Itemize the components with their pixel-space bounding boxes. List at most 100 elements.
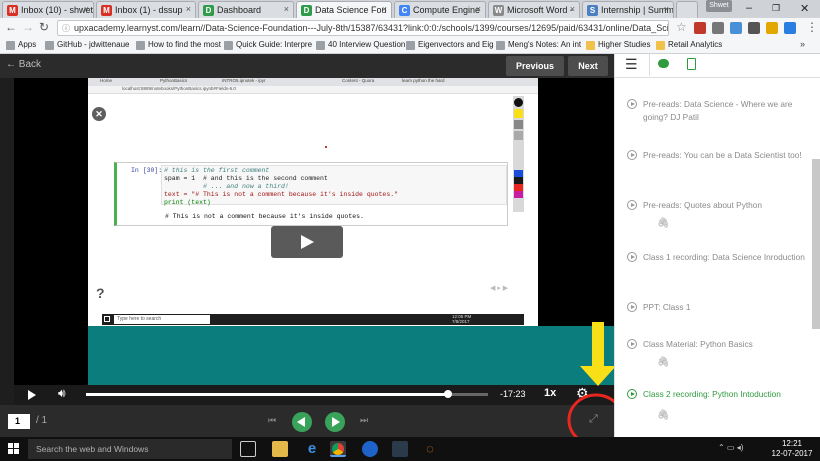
bookmark-folder-retail-analytics[interactable]: Retail Analytics	[656, 40, 722, 50]
bookmarks-bar: Apps GitHub - jdwittenaue How to find th…	[0, 38, 820, 54]
previous-page-button[interactable]	[292, 412, 312, 432]
last-page-icon[interactable]: ⏭	[360, 415, 368, 426]
yellow-arrow	[580, 322, 616, 386]
close-window-icon[interactable]: ✕	[800, 2, 809, 15]
tab-internship[interactable]: S Internship | Summ ×	[582, 1, 674, 18]
browser-toolbar: ← → ↻ ⓘ upxacademy.learnyst.com/learn//D…	[0, 18, 820, 38]
inner-pager-icon: ◀ ▸ ▶	[490, 285, 509, 292]
close-icon[interactable]: ×	[186, 4, 191, 14]
extension-icon[interactable]	[730, 22, 742, 34]
close-icon[interactable]: ×	[664, 4, 669, 14]
clock-date: 12-07-2017	[771, 449, 813, 458]
back-arrow-icon[interactable]: ←	[5, 20, 17, 34]
close-icon[interactable]: ×	[476, 4, 481, 14]
menu-icon[interactable]: ⋮	[806, 20, 818, 34]
previous-button[interactable]: Previous	[506, 56, 564, 76]
extension-icon[interactable]	[694, 22, 706, 34]
lesson-item[interactable]: Pre-reads: You can be a Data Scientist t…	[627, 149, 811, 162]
first-page-icon[interactable]: ⏮	[268, 415, 276, 426]
tab-label: Compute Engine	[413, 5, 481, 15]
hamburger-menu-icon[interactable]: ☰	[625, 56, 638, 73]
lesson-item[interactable]: PPT: Class 1	[627, 301, 811, 314]
seek-handle[interactable]	[443, 390, 452, 398]
star-icon[interactable]: ☆	[676, 20, 687, 34]
extension-icon[interactable]	[766, 22, 778, 34]
bookmark-mengs-notes[interactable]: Meng's Notes: An int	[496, 40, 581, 50]
profile-badge[interactable]: Shwet	[706, 0, 732, 12]
bookmark-github[interactable]: GitHub - jdwittenaue	[45, 40, 129, 50]
tab-data-science[interactable]: D Data Science Fou ×	[296, 1, 392, 18]
code-block: # this is the first comment spam = 1 # a…	[161, 165, 507, 206]
lesson-title: Pre-reads: Quotes about Python	[643, 200, 762, 210]
bookmark-how-to-find[interactable]: How to find the most	[136, 40, 221, 50]
extension-icon[interactable]	[784, 22, 796, 34]
volume-icon[interactable]: 🔊︎	[58, 386, 66, 401]
extension-icon[interactable]	[712, 22, 724, 34]
task-view-icon[interactable]	[240, 441, 256, 457]
extension-icon[interactable]	[748, 22, 760, 34]
lesson-item[interactable]: Pre-reads: Quotes about Python	[627, 199, 811, 212]
sidebar-scrollbar[interactable]	[812, 159, 820, 329]
lesson-item[interactable]: Pre-reads: Data Science - Where we are g…	[627, 98, 811, 124]
help-icon[interactable]: ?	[96, 285, 105, 301]
tab-dashboard[interactable]: D Dashboard ×	[198, 1, 294, 18]
seek-bar[interactable]	[86, 390, 488, 398]
address-bar[interactable]: ⓘ upxacademy.learnyst.com/learn//Data-Sc…	[57, 20, 669, 36]
chrome-icon[interactable]	[330, 441, 346, 457]
document-icon[interactable]	[687, 58, 696, 70]
app-icon[interactable]	[392, 441, 408, 457]
close-icon[interactable]: ×	[284, 4, 289, 14]
jupyter-icon[interactable]: ◌	[422, 441, 438, 457]
tab-inbox-dssup[interactable]: M Inbox (1) - dssup ×	[96, 1, 196, 18]
play-icon[interactable]	[28, 390, 36, 400]
inner-tab: learn python the hard	[402, 78, 445, 83]
windows-start-icon[interactable]	[8, 443, 20, 455]
reload-icon[interactable]: ↻	[39, 20, 49, 34]
tab-microsoft-word[interactable]: W Microsoft Word - ×	[488, 1, 580, 18]
video-player[interactable]: Home PythonBasics INTRO5.ipnotek - ipyr …	[14, 78, 614, 385]
lesson-item[interactable]: Class Material: Python Basics	[627, 338, 811, 351]
close-icon[interactable]: ✕	[92, 107, 106, 121]
gmail-icon: M	[101, 5, 112, 16]
lesson-item[interactable]: Class 1 recording: Data Science Inroduct…	[627, 251, 811, 264]
app-icon[interactable]	[362, 441, 378, 457]
next-button[interactable]: Next	[568, 56, 608, 76]
file-explorer-icon[interactable]	[272, 441, 288, 457]
playback-speed-button[interactable]: 1x	[544, 387, 556, 399]
new-tab-button[interactable]	[676, 1, 698, 18]
play-circle-icon	[627, 200, 637, 210]
sidebar-tabs: ☰	[615, 54, 820, 78]
code-line: spam = 1 # and this is the second commen…	[164, 175, 328, 182]
page-number-input[interactable]: 1	[8, 414, 30, 429]
play-circle-icon	[627, 150, 637, 160]
more-bookmarks-icon[interactable]: »	[800, 39, 805, 49]
close-icon[interactable]: ×	[84, 4, 89, 14]
tray-icons[interactable]: ⌃ ▭ ◂)	[718, 443, 743, 452]
lesson-item-current[interactable]: Class 2 recording: Python Intoduction	[627, 388, 811, 401]
close-icon[interactable]: ×	[382, 4, 387, 14]
forward-arrow-icon[interactable]: →	[22, 20, 34, 34]
inner-tab: INTRO5.ipnotek - ipyr	[222, 78, 266, 83]
next-icon	[332, 417, 340, 427]
close-icon[interactable]: ×	[570, 4, 575, 14]
lesson-title: Class 2 recording: Python Intoduction	[643, 389, 781, 399]
taskbar-search[interactable]: Search the web and Windows	[28, 439, 232, 459]
tab-inbox-shwet[interactable]: M Inbox (10) - shwet ×	[2, 1, 94, 18]
back-link[interactable]: ← Back	[6, 59, 41, 70]
bookmark-interview-questions[interactable]: 40 Interview Question	[316, 40, 405, 50]
tab-compute-engine[interactable]: C Compute Engine ×	[394, 1, 486, 18]
bookmark-folder-higher-studies[interactable]: Higher Studies	[586, 40, 650, 50]
tab-label: Inbox (1) - dssup	[115, 5, 183, 15]
next-page-button[interactable]	[325, 412, 345, 432]
player-controls: 🔊︎ -17:23 1x ⚙	[14, 385, 614, 405]
bookmark-quick-guide[interactable]: Quick Guide: Interpre	[224, 40, 312, 50]
big-play-button[interactable]	[271, 226, 343, 258]
inner-search: Type here to search	[114, 315, 210, 324]
edge-icon[interactable]: e	[304, 441, 320, 457]
bookmark-apps[interactable]: Apps	[6, 40, 36, 50]
maximize-icon[interactable]: ❐	[772, 3, 780, 14]
minimize-icon[interactable]: –	[746, 2, 752, 14]
site-icon: S	[587, 5, 598, 16]
chat-icon[interactable]	[658, 59, 669, 68]
bookmark-eigenvectors[interactable]: Eigenvectors and Eig	[406, 40, 494, 50]
